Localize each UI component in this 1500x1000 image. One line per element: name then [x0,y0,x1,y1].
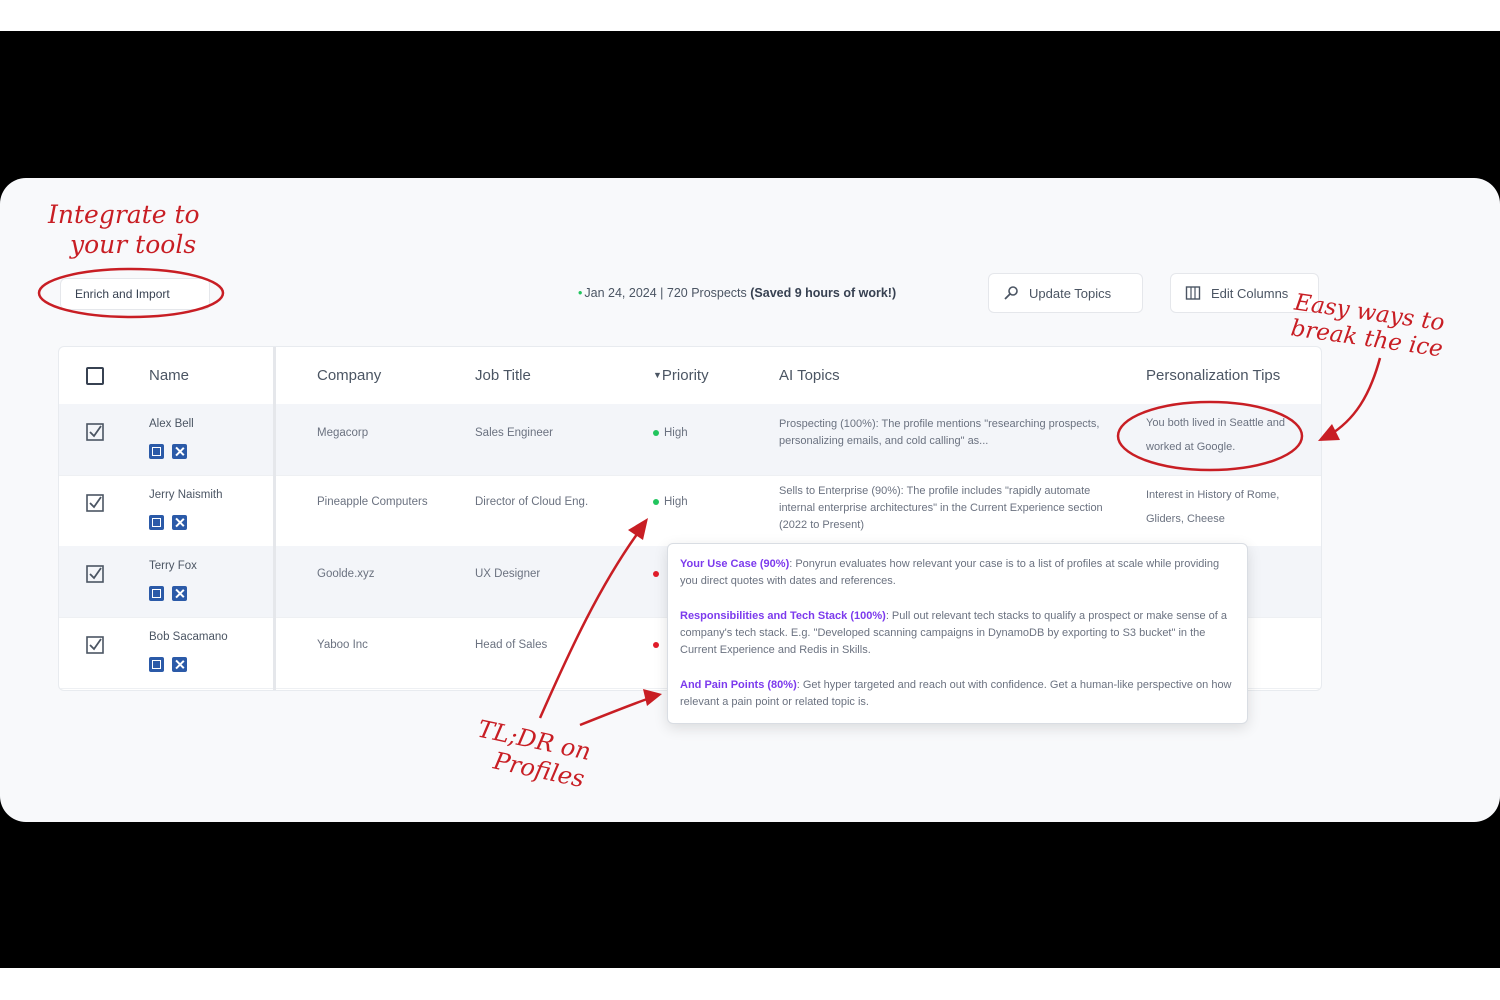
prospect-name[interactable]: Bob Sacamano [149,631,228,643]
prospect-name[interactable]: Alex Bell [149,418,194,430]
priority-badge[interactable] [653,639,664,651]
priority-dot-icon [653,570,659,577]
ai-topics-tooltip: Your Use Case (90%): Ponyrun evaluates h… [667,543,1248,724]
edit-columns-label: Edit Columns [1211,285,1289,301]
company-cell: Pineapple Computers [317,496,428,508]
job-title-cell: Director of Cloud Eng. [475,496,589,508]
status-dot-icon: • [578,286,583,300]
frozen-column-divider [273,347,276,690]
ai-topic-cell[interactable]: Sells to Enterprise (90%): The profile i… [779,483,1114,534]
col-ai-topics[interactable]: AI Topics [779,367,840,384]
annotation-integrate: Integrate to your tools [48,200,200,260]
top-letterbox [0,0,1500,31]
job-title-cell: UX Designer [475,568,541,580]
summary-text: Jan 24, 2024 | 720 Prospects [584,286,747,300]
row-checkbox-checked[interactable] [86,423,104,441]
prospect-name[interactable]: Terry Fox [149,560,197,572]
tooltip-paragraph: Responsibilities and Tech Stack (100%): … [680,608,1238,659]
sort-down-icon: ▼ [653,370,662,380]
prospect-summary: • Jan 24, 2024 | 720 Prospects (Saved 9 h… [578,286,896,300]
personalization-tip-cell: Interest in History of Rome, Gliders, Ch… [1146,489,1280,525]
update-topics-label: Update Topics [1029,285,1112,301]
priority-badge[interactable] [653,568,664,580]
x-profile-icon[interactable] [172,515,187,530]
columns-icon [1185,286,1201,300]
tooltip-paragraph: Your Use Case (90%): Ponyrun evaluates h… [680,556,1238,590]
linkedin-icon[interactable] [149,515,164,530]
search-icon [1004,286,1018,300]
select-all-checkbox[interactable] [86,367,104,385]
annotation-line: Integrate to [48,200,200,229]
col-name[interactable]: Name [149,367,189,384]
job-title-cell: Head of Sales [475,639,548,651]
annotation-line: your tools [70,230,197,259]
row-checkbox-checked[interactable] [86,636,104,654]
priority-badge[interactable]: High [653,496,688,508]
enrich-import-button[interactable]: Enrich and Import [60,278,210,310]
prospect-name[interactable]: Jerry Naismith [149,489,222,501]
saved-hours-text: (Saved 9 hours of work!) [750,286,897,300]
company-cell: Yaboo Inc [317,639,368,651]
company-cell: Megacorp [317,427,369,439]
col-company[interactable]: Company [317,367,381,384]
tooltip-heading: Responsibilities and Tech Stack (100%) [680,610,886,622]
bottom-letterbox [0,968,1500,1000]
tooltip-heading: And Pain Points (80%) [680,679,797,691]
table-row[interactable]: Alex Bell Megacorp Sales Engineer High P… [59,404,1321,476]
job-title-cell: Sales Engineer [475,427,553,439]
row-checkbox-checked[interactable] [86,494,104,512]
row-checkbox-checked[interactable] [86,565,104,583]
update-topics-button[interactable]: Update Topics [988,273,1143,313]
priority-dot-icon [653,498,659,505]
x-profile-icon[interactable] [172,586,187,601]
col-priority-label: Priority [661,367,709,384]
priority-label: High [664,427,688,439]
priority-label: High [664,496,688,508]
company-cell: Goolde.xyz [317,568,375,580]
col-personalization-tips[interactable]: Personalization Tips [1146,367,1280,384]
linkedin-icon[interactable] [149,586,164,601]
priority-badge[interactable]: High [653,427,688,439]
priority-dot-icon [653,429,659,436]
ai-topic-cell[interactable]: Prospecting (100%): The profile mentions… [779,416,1114,450]
x-profile-icon[interactable] [172,657,187,672]
tooltip-paragraph: And Pain Points (80%): Get hyper targete… [680,677,1238,711]
personalization-tip-cell: You both lived in Seattle and worked at … [1146,417,1286,453]
table-header: Name Company Job Title ▼Priority AI Topi… [59,347,1321,405]
col-job-title[interactable]: Job Title [475,367,531,384]
x-profile-icon[interactable] [172,444,187,459]
priority-dot-icon [653,641,659,648]
tooltip-heading: Your Use Case (90%) [680,558,790,570]
linkedin-icon[interactable] [149,657,164,672]
table-row[interactable]: Jerry Naismith Pineapple Computers Direc… [59,475,1321,547]
linkedin-icon[interactable] [149,444,164,459]
col-priority[interactable]: ▼Priority [653,367,709,384]
